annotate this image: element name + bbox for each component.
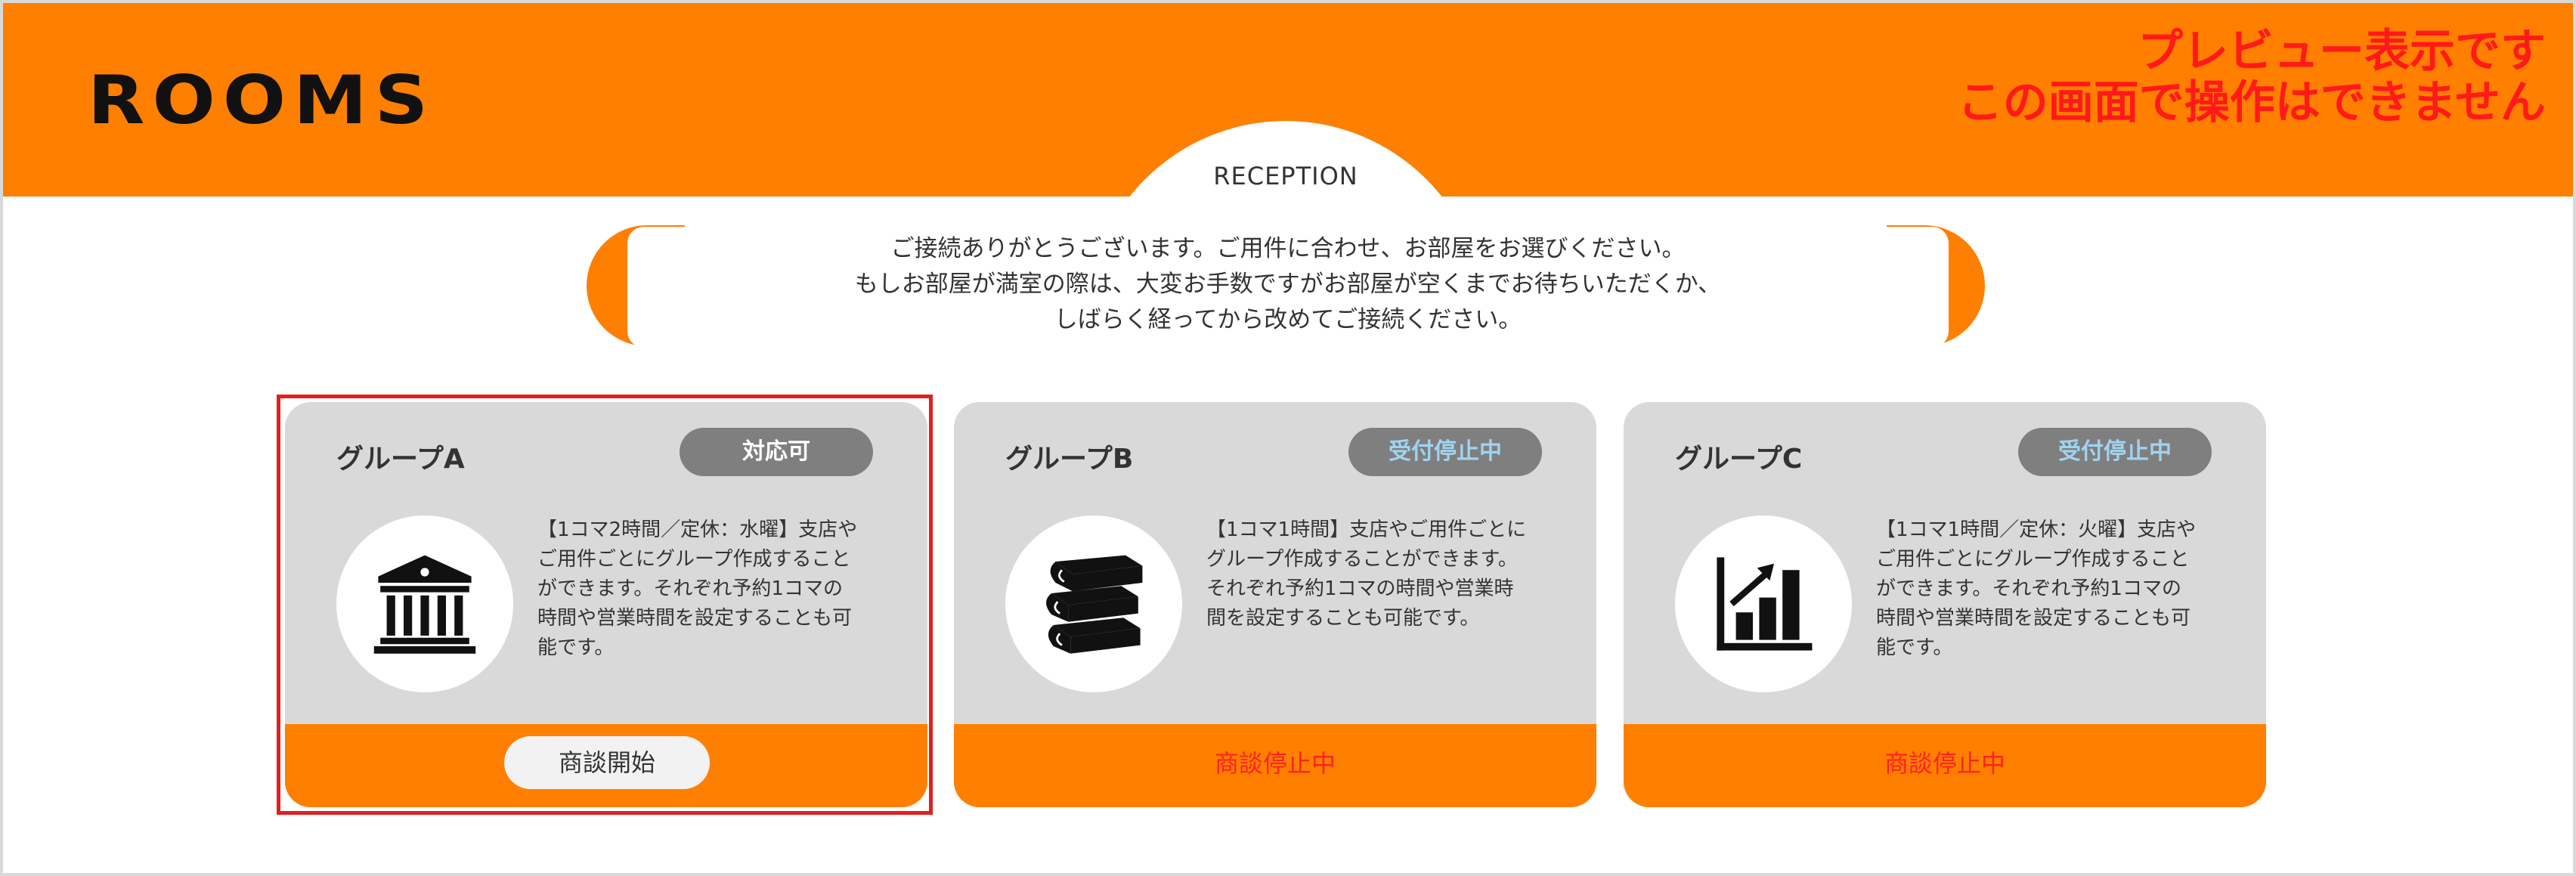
description-line: ご用件ごとにグループ作成すること [1876, 548, 2190, 571]
chart-growth-icon [1717, 557, 1813, 651]
description-line: 【1コマ1時間】支店やご用件ごとに [1206, 518, 1527, 541]
card-footer: 商談停止中 [1624, 724, 2266, 807]
welcome-message: ご接続ありがとうございます。ご用件に合わせ、お部屋をお選びください。 もしお部屋… [627, 231, 1949, 338]
description-line: グループ作成することができます。 [1206, 548, 1518, 571]
description-line: それぞれ予約1コマの時間や営業時 [1206, 577, 1514, 600]
group-card-c[interactable]: グループC 受付停止中 【1コマ1時間／定休：火曜】支店や ご用件ごとにグループ… [1624, 402, 2266, 807]
description-line: 間を設定することも可能です。 [1206, 607, 1480, 630]
group-card-b[interactable]: グループB 受付停止中 【1コマ1時間】支店やご用件ごとに グループ作成すること… [954, 402, 1596, 807]
group-name: グループC [1675, 444, 1803, 475]
status-badge: 受付停止中 [1348, 428, 1542, 476]
preview-notice-line-2: この画面で操作はできません [1957, 76, 2546, 129]
welcome-line-1: ご接続ありがとうございます。ご用件に合わせ、お部屋をお選びください。 [890, 235, 1686, 262]
books-icon [1046, 555, 1143, 654]
group-name: グループB [1005, 444, 1134, 475]
status-badge: 受付停止中 [2018, 428, 2212, 476]
group-icon-circle [1005, 515, 1182, 692]
meeting-stopped-label: 商談停止中 [1884, 749, 2005, 778]
welcome-line-2: もしお部屋が満室の際は、大変お手数ですがお部屋が空くまでお待ちいただくか、 [854, 271, 1722, 298]
meeting-stopped-label: 商談停止中 [1214, 749, 1336, 778]
welcome-line-3: しばらく経ってから改めてご接続ください。 [1054, 306, 1522, 333]
preview-notice: プレビュー表示です この画面で操作はできません [1958, 26, 2546, 128]
group-icon-circle [1675, 515, 1852, 692]
description-line: ができます。それぞれ予約1コマの [1876, 577, 2181, 600]
description-line: 能です。 [1876, 636, 1953, 659]
rooms-logo: ROOMS [88, 62, 436, 140]
description-line: 時間や営業時間を設定することも可 [1876, 607, 2191, 630]
card-footer: 商談停止中 [954, 724, 1596, 807]
group-description: 【1コマ1時間／定休：火曜】支店や ご用件ごとにグループ作成すること ができます… [1876, 515, 2224, 663]
description-line: 【1コマ1時間／定休：火曜】支店や [1876, 518, 2197, 541]
reception-title: RECEPTION [1213, 162, 1358, 190]
selected-group-highlight [277, 395, 933, 815]
group-description: 【1コマ1時間】支店やご用件ごとに グループ作成することができます。 それぞれ予… [1206, 515, 1554, 633]
preview-notice-line-1: プレビュー表示です [2138, 25, 2546, 78]
